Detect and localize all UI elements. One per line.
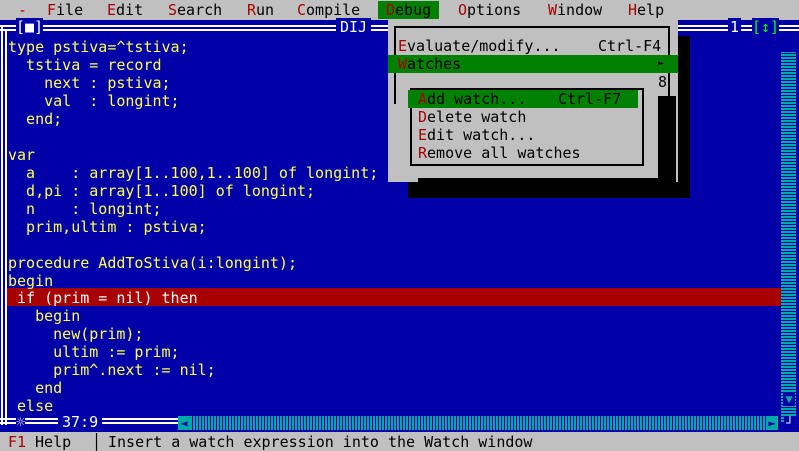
menu-file-hotkey: F [47, 1, 57, 19]
system-menu[interactable]: - [18, 1, 27, 19]
menu-bar: - File Edit Search Run Compile Debug Opt… [0, 0, 799, 20]
code-line[interactable]: n : longint; [8, 200, 161, 218]
add-watch-shortcut: Ctrl-F7 [558, 90, 622, 108]
code-line[interactable]: begin [8, 307, 80, 325]
status-f1-key[interactable]: F1 [8, 433, 26, 451]
code-line[interactable]: ultim := prim; [8, 343, 179, 361]
menu-run-hotkey: R [247, 1, 257, 19]
menu-help[interactable]: Help [628, 1, 664, 19]
code-line[interactable]: new(prim); [8, 325, 143, 343]
code-line[interactable]: begin [8, 272, 53, 290]
add-watch-hotkey: A [418, 90, 428, 108]
status-message: Insert a watch expression into the Watch… [108, 433, 533, 451]
scroll-right-arrow-icon[interactable]: ► [766, 416, 778, 430]
code-line[interactable]: end; [8, 110, 62, 128]
horizontal-scrollbar[interactable] [178, 416, 778, 430]
code-line[interactable]: prim,ultim : pstiva; [8, 218, 207, 236]
menu-edit-label: dit [116, 1, 144, 19]
code-line[interactable]: else [8, 397, 53, 415]
menu-search-hotkey: S [168, 1, 178, 19]
delete-watch-hotkey: D [418, 108, 428, 126]
close-box[interactable]: [■] [16, 18, 44, 36]
code-line[interactable]: a : array[1..100,1..100] of longint; [8, 164, 378, 182]
window-title: DIJ [336, 18, 372, 36]
menu-search[interactable]: Search [168, 1, 222, 19]
menu-run-label: un [256, 1, 275, 19]
code-line[interactable]: procedure AddToStiva(i:longint); [8, 254, 297, 272]
delete-watch-label: elete watch [427, 108, 527, 126]
close-box-label: [■] [16, 18, 44, 36]
menu-compile[interactable]: Compile [297, 1, 360, 19]
frame-left-inner [5, 29, 7, 425]
zoom-box[interactable]: [↕] [752, 18, 780, 36]
menu-help-hotkey: H [628, 1, 638, 19]
menu-options-hotkey: O [458, 1, 468, 19]
watches-menu-remove-all[interactable]: Remove all watches [418, 144, 581, 162]
code-line[interactable]: val : longint; [8, 92, 179, 110]
resize-corner-icon[interactable]: ┘ [784, 416, 796, 430]
frame-left-outer [1, 25, 3, 425]
scroll-left-arrow-icon[interactable]: ◄ [178, 416, 190, 430]
menu-debug-hotkey: D [386, 1, 396, 19]
menu-compile-label: ompile [306, 1, 361, 19]
watches-label: atches [407, 55, 462, 73]
add-watch-label: dd watch... [427, 90, 527, 108]
menu-edit-hotkey: E [107, 1, 117, 19]
cursor-position: 37:9 [58, 413, 103, 431]
edit-watch-hotkey: E [418, 126, 428, 144]
watches-menu-edit[interactable]: Edit watch... [418, 126, 535, 144]
watches-menu: Add watch... Ctrl-F7 Delete watch Edit wa… [408, 86, 658, 178]
menu-debug[interactable]: Debug [378, 1, 440, 19]
evaluate-label: valuate/modify... [407, 37, 561, 55]
menu-compile-hotkey: C [297, 1, 307, 19]
status-separator: │ [92, 433, 102, 451]
code-line-current[interactable]: if (prim = nil) then [8, 289, 198, 307]
code-line[interactable]: next : pstiva; [8, 74, 170, 92]
modified-indicator: ☼ [16, 413, 26, 431]
vertical-scrollbar[interactable] [781, 52, 796, 422]
code-line[interactable]: var [8, 146, 35, 164]
menu-options-label: ptions [467, 1, 522, 19]
menu-window[interactable]: Window [548, 1, 602, 19]
menu-search-label: earch [177, 1, 223, 19]
menu-run[interactable]: Run [247, 1, 274, 19]
watches-hotkey: W [398, 55, 408, 73]
edit-watch-label: dit watch... [427, 126, 536, 144]
code-line[interactable]: d,pi : array[1..100] of longint; [8, 182, 315, 200]
menu-window-label: indow [557, 1, 603, 19]
menu-window-hotkey: W [548, 1, 558, 19]
menu-help-label: elp [637, 1, 665, 19]
status-bar: F1 Help │ Insert a watch expression into… [0, 432, 799, 451]
code-line[interactable]: type pstiva=^tstiva; [8, 38, 189, 56]
system-menu-label: - [18, 1, 28, 19]
remove-all-hotkey: R [418, 144, 428, 162]
menu-file[interactable]: File [47, 1, 83, 19]
menu-file-label: ile [56, 1, 84, 19]
evaluate-shortcut: Ctrl-F4 [598, 37, 662, 55]
debug-menu-evaluate[interactable]: Evaluate/modify... Ctrl-F4 [398, 37, 668, 55]
watches-menu-delete[interactable]: Delete watch [418, 108, 526, 126]
code-line[interactable]: tstiva = record [8, 56, 161, 74]
menu-options[interactable]: Options [458, 1, 521, 19]
remove-all-label: emove all watches [427, 144, 581, 162]
debug-menu-watches[interactable]: Watches ► [388, 55, 678, 73]
debug-menu-extra: 8 [658, 73, 668, 91]
code-line[interactable]: prim^.next := nil; [8, 361, 216, 379]
menu-edit[interactable]: Edit [107, 1, 143, 19]
window-number: 1 [728, 18, 742, 36]
watches-menu-add[interactable]: Add watch... Ctrl-F7 [408, 90, 638, 108]
submenu-arrow-icon: ► [658, 58, 665, 69]
evaluate-hotkey: E [398, 37, 408, 55]
code-line[interactable]: end [8, 379, 62, 397]
scroll-down-arrow-icon[interactable]: ▼ [783, 392, 795, 406]
status-help-label: Help [26, 433, 72, 451]
menu-debug-label: ebug [395, 1, 432, 19]
